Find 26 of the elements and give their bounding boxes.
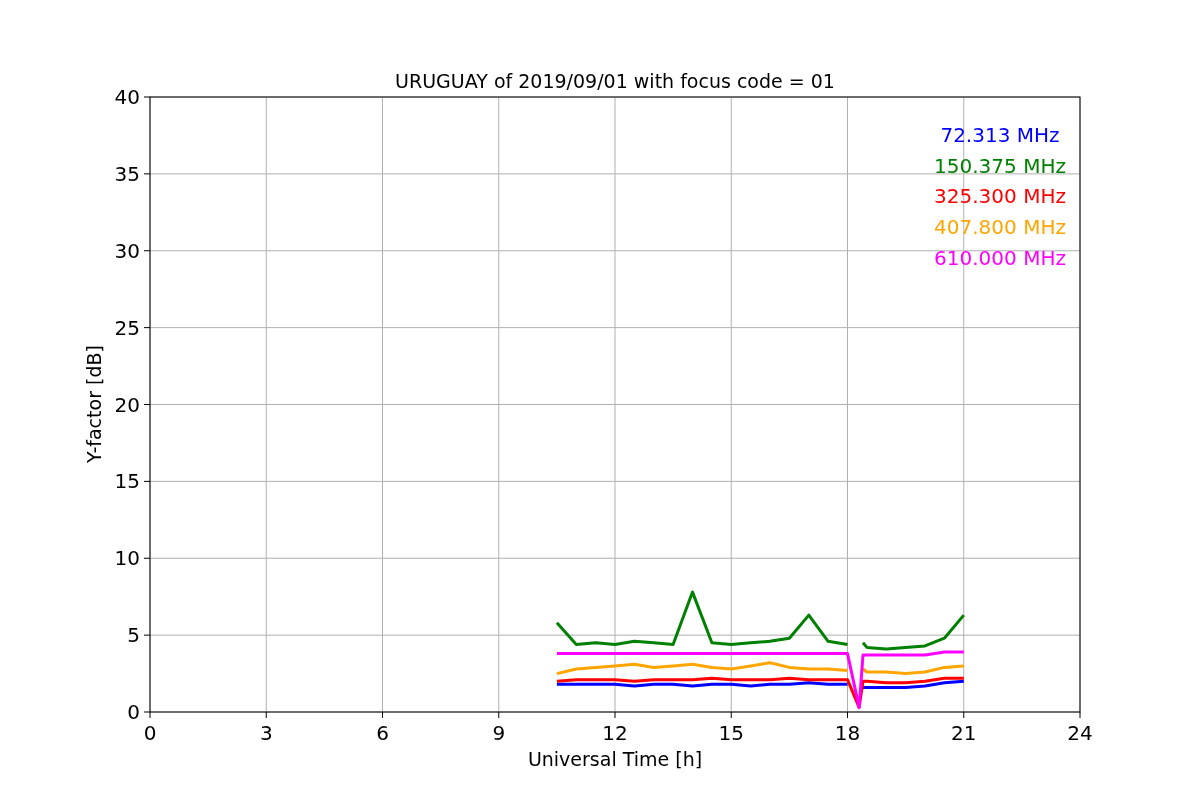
- x-tick-label: 9: [492, 721, 506, 745]
- y-tick-label: 20: [114, 392, 140, 417]
- x-axis-label: Universal Time [h]: [527, 748, 703, 770]
- y-tick-label: 40: [114, 85, 140, 109]
- legend-label: 150.375 MHz: [934, 153, 1066, 178]
- y-tick-label: 15: [114, 469, 140, 494]
- x-tick-label: 12: [602, 721, 628, 745]
- y-tick-label: 25: [114, 315, 140, 340]
- x-tick-label: 15: [718, 721, 744, 745]
- y-tick-label: 10: [114, 546, 140, 571]
- x-tick-label: 6: [376, 721, 389, 745]
- chart-title: URUGUAY of 2019/09/01 with focus code = 01: [395, 70, 835, 92]
- x-tick-label: 0: [143, 721, 157, 745]
- legend-label: 407.800 MHz: [934, 215, 1066, 240]
- x-tick-label: 21: [951, 721, 977, 745]
- legend-label: 72.313 MHz: [940, 123, 1060, 147]
- y-axis-label: Y-factor [dB]: [83, 345, 105, 463]
- y-tick-label: 30: [114, 238, 140, 263]
- legend-label: 610.000 MHz: [934, 245, 1066, 270]
- y-tick-label: 35: [114, 161, 140, 186]
- y-tick-label: 5: [127, 623, 140, 648]
- y-tick-label: 0: [127, 700, 140, 724]
- legend-label: 325.300 MHz: [934, 184, 1066, 209]
- x-tick-label: 18: [834, 721, 861, 745]
- x-tick-label: 3: [259, 721, 273, 745]
- x-tick-label: 24: [1067, 721, 1093, 745]
